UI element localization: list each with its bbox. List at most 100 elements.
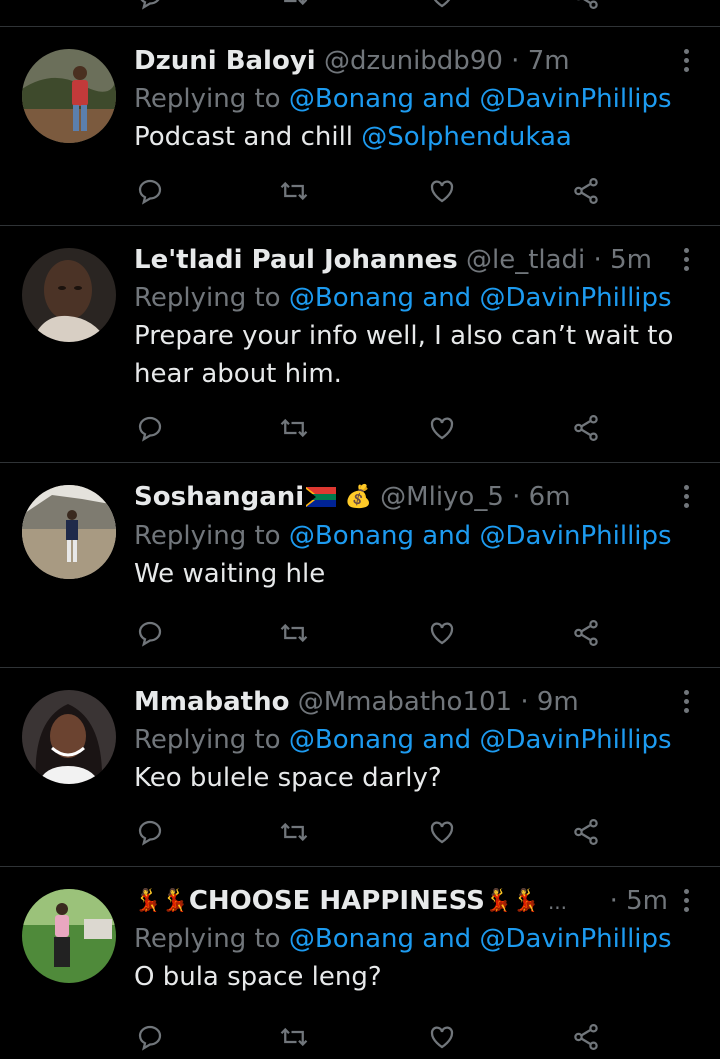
separator: · — [512, 687, 537, 717]
avatar[interactable] — [22, 690, 116, 784]
avatar[interactable] — [22, 485, 116, 579]
replying-targets[interactable]: @Bonang and @DavinPhillips — [289, 283, 672, 313]
retweet-button[interactable] — [276, 814, 312, 850]
more-icon — [683, 247, 689, 253]
more-icon — [683, 888, 689, 894]
replying-prefix: Replying to — [134, 924, 289, 954]
display-name[interactable]: Le'tladi Paul Johannes — [134, 245, 458, 275]
dancer-emoji: 💃 — [134, 888, 162, 914]
tweet-actions — [132, 410, 612, 446]
reply-button[interactable] — [132, 814, 168, 850]
share-button[interactable] — [568, 1019, 604, 1055]
display-name[interactable]: Dzuni Baloyi — [134, 46, 316, 76]
share-button[interactable] — [568, 173, 604, 209]
like-button[interactable] — [424, 615, 460, 651]
like-button[interactable] — [424, 0, 460, 14]
tweet-text: We waiting hle — [134, 558, 326, 589]
separator: · — [502, 46, 528, 76]
reply-icon — [138, 820, 162, 846]
reply-button[interactable] — [132, 173, 168, 209]
dancer-emoji: 💃 — [484, 888, 513, 914]
mention-link[interactable]: @Solphendukaa — [361, 122, 572, 152]
like-icon — [433, 0, 451, 8]
avatar[interactable] — [22, 248, 116, 342]
share-button[interactable] — [568, 0, 604, 14]
like-icon — [430, 180, 454, 203]
tweet-actions — [132, 1019, 612, 1055]
money-bag-emoji: 💰 — [344, 484, 372, 510]
more-icon — [683, 689, 689, 695]
tweet[interactable]: Le'tladi Paul Johannes @le_tladi · 5m Re… — [0, 225, 720, 462]
replying-targets[interactable]: @Bonang and @DavinPhillips — [289, 521, 672, 551]
tweet[interactable]: Dzuni Baloyi @dzunibdb90 · 7m Replying t… — [0, 26, 720, 225]
user-handle[interactable]: @Mliyo_5 — [380, 482, 504, 512]
share-icon — [574, 415, 598, 441]
display-name[interactable]: Soshangani — [134, 482, 304, 512]
retweet-button[interactable] — [276, 173, 312, 209]
user-handle[interactable]: @le_tladi — [466, 245, 585, 275]
timestamp[interactable]: 5m — [626, 886, 668, 916]
tweet-text: Podcast and chill — [134, 122, 362, 152]
replying-prefix: Replying to — [134, 84, 289, 114]
reply-icon — [140, 0, 160, 10]
reply-button[interactable] — [132, 615, 168, 651]
more-icon — [683, 484, 689, 490]
replying-targets[interactable]: @Bonang and @DavinPhillips — [289, 924, 672, 954]
share-icon — [574, 620, 598, 646]
time-block: · 5m — [610, 882, 668, 920]
display-name[interactable]: Mmabatho — [134, 687, 289, 717]
replying-targets[interactable]: @Bonang and @DavinPhillips — [289, 84, 672, 114]
timestamp[interactable]: 9m — [537, 687, 579, 717]
replying-prefix: Replying to — [134, 520, 289, 551]
share-icon — [577, 0, 598, 9]
dancer-emoji: 💃 — [161, 888, 189, 914]
more-icon — [683, 48, 689, 54]
like-button[interactable] — [424, 173, 460, 209]
tweet-text: O bula space leng? — [134, 962, 382, 992]
tweet-actions — [132, 615, 612, 651]
retweet-button[interactable] — [276, 615, 312, 651]
reply-button[interactable] — [132, 0, 168, 14]
avatar[interactable] — [22, 889, 116, 983]
separator: · — [609, 886, 627, 916]
reply-icon — [138, 416, 162, 442]
tweet[interactable]: 💃💃CHOOSE HAPPINESS💃💃 ... · 5m Replying t… — [0, 866, 720, 1051]
truncation-ellipsis: ... — [547, 890, 568, 914]
like-button[interactable] — [424, 1019, 460, 1055]
avatar[interactable] — [22, 49, 116, 143]
more-options-button[interactable] — [676, 45, 696, 75]
retweet-button[interactable] — [276, 1019, 312, 1055]
replying-prefix: Replying to — [134, 283, 289, 313]
more-options-button[interactable] — [676, 244, 696, 274]
share-button[interactable] — [568, 615, 604, 651]
retweet-icon — [284, 0, 308, 6]
south-africa-flag-icon — [306, 487, 337, 507]
tweet-text: Keo bulele space darly? — [134, 763, 442, 793]
like-button[interactable] — [424, 814, 460, 850]
user-handle[interactable]: @Mmabatho101 — [298, 687, 512, 717]
reply-button[interactable] — [132, 1019, 168, 1055]
share-icon — [574, 819, 598, 845]
tweet[interactable]: Mmabatho @Mmabatho101 · 9m Replying to @… — [0, 667, 720, 866]
share-button[interactable] — [568, 410, 604, 446]
timestamp[interactable]: 5m — [610, 245, 652, 275]
reply-button[interactable] — [132, 410, 168, 446]
tweet[interactable]: Soshangani 💰 @Mliyo_5 · 6m Replying to @… — [0, 462, 720, 667]
retweet-button[interactable] — [276, 410, 312, 446]
user-handle[interactable]: @dzunibdb90 — [324, 46, 503, 76]
replying-targets[interactable]: @Bonang and @DavinPhillips — [289, 725, 672, 755]
like-button[interactable] — [424, 410, 460, 446]
more-options-button[interactable] — [676, 481, 696, 511]
more-options-button[interactable] — [676, 885, 696, 915]
more-options-button[interactable] — [676, 686, 696, 716]
share-button[interactable] — [568, 814, 604, 850]
tweet-text: hear about him. — [134, 359, 342, 389]
like-icon — [430, 417, 454, 440]
display-name[interactable]: CHOOSE HAPPINESS — [189, 886, 485, 916]
timestamp[interactable]: 7m — [528, 46, 570, 76]
retweet-button[interactable] — [276, 0, 312, 14]
replying-prefix: Replying to — [134, 725, 289, 755]
tweet-actions — [132, 814, 612, 850]
retweet-icon — [280, 822, 308, 842]
timestamp[interactable]: 6m — [529, 482, 571, 512]
